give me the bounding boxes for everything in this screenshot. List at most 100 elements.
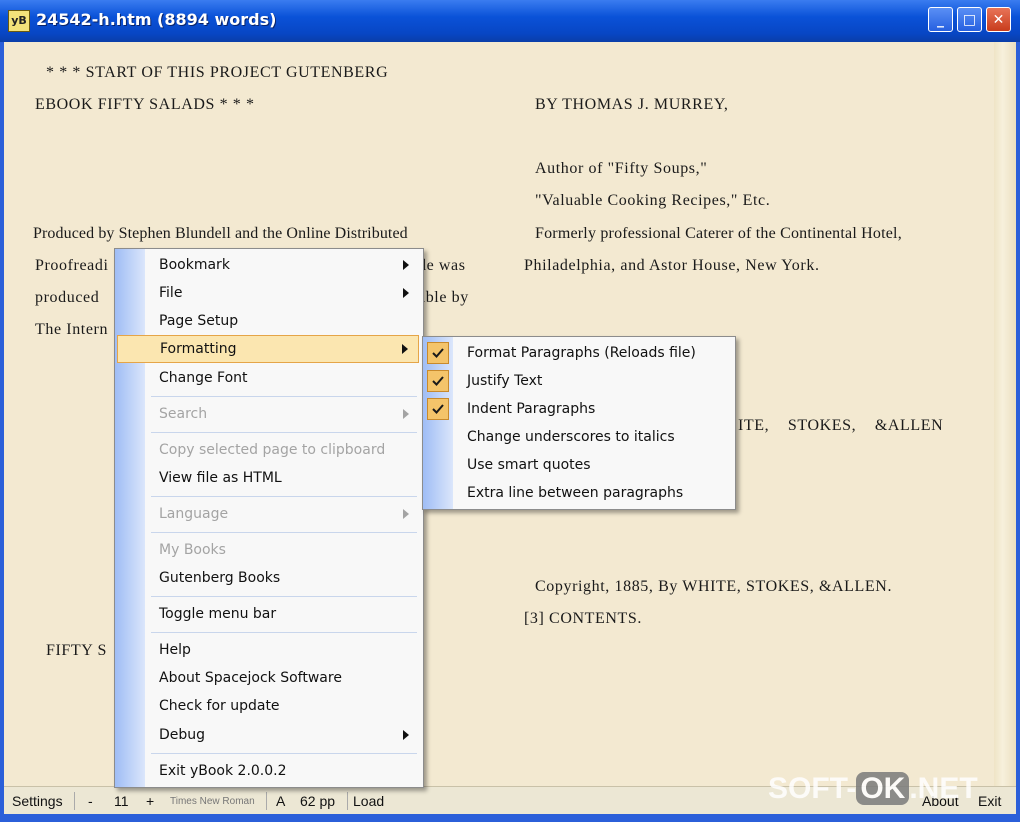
menu-item-label: Debug	[159, 727, 206, 743]
book-text-line: ITE, STOKES, &ALLEN	[738, 417, 944, 434]
submenu-item-extra-line[interactable]: Extra line between paragraphs	[423, 479, 733, 507]
submenu-arrow-icon	[403, 260, 409, 270]
book-text-line: able by	[418, 289, 469, 306]
context-menu: Bookmark File Page Setup Formatting Chan…	[114, 248, 424, 788]
submenu-arrow-icon	[403, 730, 409, 740]
menu-item-copy-page[interactable]: Copy selected page to clipboard	[115, 436, 421, 464]
menu-item-check-update[interactable]: Check for update	[115, 692, 421, 720]
submenu-item-smart-quotes[interactable]: Use smart quotes	[423, 451, 733, 479]
book-text-line: [3] CONTENTS.	[524, 610, 643, 627]
font-size-value: 11	[114, 793, 129, 809]
exit-button[interactable]: Exit	[978, 793, 1001, 809]
menu-item-label: My Books	[159, 542, 226, 558]
menu-item-help[interactable]: Help	[115, 636, 421, 664]
menu-item-label: View file as HTML	[159, 470, 282, 486]
menu-item-label: About Spacejock Software	[159, 670, 342, 686]
page-count: 62 pp	[300, 793, 336, 809]
menu-separator	[151, 432, 417, 433]
menu-item-label: Help	[159, 642, 191, 658]
font-icon[interactable]: A	[276, 793, 285, 809]
checkmark-icon	[427, 342, 449, 364]
submenu-item-format-paragraphs[interactable]: Format Paragraphs (Reloads file)	[423, 339, 733, 367]
submenu-item-label: Extra line between paragraphs	[467, 485, 684, 501]
window-frame-bottom	[0, 814, 1020, 822]
menu-item-debug[interactable]: Debug	[115, 721, 421, 749]
menu-item-language[interactable]: Language	[115, 500, 421, 528]
maximize-button[interactable]: □	[957, 7, 982, 32]
menu-separator	[151, 396, 417, 397]
book-text-line: Copyright, 1885, By WHITE, STOKES, &ALLE…	[535, 578, 893, 595]
menu-separator	[151, 753, 417, 754]
divider	[347, 792, 348, 810]
submenu-arrow-icon	[403, 409, 409, 419]
menu-item-label: Change Font	[159, 370, 248, 386]
book-text-line: The Intern	[35, 321, 109, 338]
submenu-item-indent-paragraphs[interactable]: Indent Paragraphs	[423, 395, 733, 423]
submenu-item-underscores-italics[interactable]: Change underscores to italics	[423, 423, 733, 451]
submenu-item-justify-text[interactable]: Justify Text	[423, 367, 733, 395]
font-name-button[interactable]: Times New Roman	[170, 796, 255, 807]
menu-item-bookmark[interactable]: Bookmark	[115, 251, 421, 279]
menu-item-my-books[interactable]: My Books	[115, 536, 421, 564]
watermark-text: SOFT-	[768, 772, 857, 805]
submenu-item-label: Indent Paragraphs	[467, 401, 596, 417]
menu-item-label: Language	[159, 506, 229, 522]
menu-separator	[151, 496, 417, 497]
menu-item-label: Search	[159, 406, 208, 422]
window-title: 24542-h.htm (8894 words)	[36, 10, 277, 29]
book-text-line: FIFTY S	[46, 642, 107, 659]
menu-separator	[151, 596, 417, 597]
menu-item-label: Formatting	[160, 341, 237, 357]
menu-item-label: Exit yBook 2.0.0.2	[159, 763, 287, 779]
book-text-line: Philadelphia, and Astor House, New York.	[524, 257, 820, 274]
watermark-text: .NET	[909, 772, 978, 805]
formatting-submenu: Format Paragraphs (Reloads file) Justify…	[422, 336, 736, 510]
submenu-item-label: Justify Text	[467, 373, 543, 389]
menu-item-label: Copy selected page to clipboard	[159, 442, 386, 458]
menu-item-view-html[interactable]: View file as HTML	[115, 464, 421, 492]
book-text-line: Author of "Fifty Soups,"	[535, 160, 708, 177]
font-size-decrease-button[interactable]: -	[88, 793, 93, 809]
close-button[interactable]: ✕	[986, 7, 1011, 32]
menu-item-file[interactable]: File	[115, 279, 421, 307]
submenu-arrow-icon	[403, 509, 409, 519]
title-bar[interactable]: yB 24542-h.htm (8894 words) _ □ ✕	[0, 0, 1020, 42]
menu-item-label: File	[159, 285, 183, 301]
book-text-line: * * * START OF THIS PROJECT GUTENBERG	[46, 64, 389, 81]
menu-item-label: Page Setup	[159, 313, 239, 329]
divider	[266, 792, 267, 810]
book-text-line: Produced by Stephen Blundell and the Onl…	[33, 225, 408, 242]
settings-button[interactable]: Settings	[12, 793, 63, 809]
menu-item-change-font[interactable]: Change Font	[115, 364, 421, 392]
submenu-item-label: Change underscores to italics	[467, 429, 675, 445]
book-text-line: "Valuable Cooking Recipes," Etc.	[535, 192, 771, 209]
book-text-line: EBOOK FIFTY SALADS * * *	[35, 96, 255, 113]
menu-item-formatting[interactable]: Formatting	[117, 335, 419, 363]
menu-item-label: Toggle menu bar	[159, 606, 277, 622]
book-text-line: Proofreadi	[35, 257, 109, 274]
submenu-item-label: Format Paragraphs (Reloads file)	[467, 345, 696, 361]
menu-separator	[151, 632, 417, 633]
menu-separator	[151, 532, 417, 533]
menu-item-page-setup[interactable]: Page Setup	[115, 307, 421, 335]
book-text-line: BY THOMAS J. MURREY,	[535, 96, 729, 113]
checkmark-icon	[427, 398, 449, 420]
load-button[interactable]: Load	[353, 793, 384, 809]
minimize-button[interactable]: _	[928, 7, 953, 32]
checkmark-icon	[427, 370, 449, 392]
menu-item-exit[interactable]: Exit yBook 2.0.0.2	[115, 757, 421, 785]
watermark-text: OK	[856, 772, 910, 805]
book-text-line: de was	[418, 257, 466, 274]
font-size-increase-button[interactable]: +	[146, 793, 154, 809]
menu-item-search[interactable]: Search	[115, 400, 421, 428]
menu-item-label: Bookmark	[159, 257, 230, 273]
submenu-arrow-icon	[403, 288, 409, 298]
watermark: SOFT- OK .NET	[768, 772, 978, 806]
app-icon[interactable]: yB	[8, 10, 30, 32]
submenu-item-label: Use smart quotes	[467, 457, 591, 473]
menu-item-label: Gutenberg Books	[159, 570, 281, 586]
menu-item-toggle-menu-bar[interactable]: Toggle menu bar	[115, 600, 421, 628]
menu-item-gutenberg-books[interactable]: Gutenberg Books	[115, 564, 421, 592]
menu-item-about[interactable]: About Spacejock Software	[115, 664, 421, 692]
book-text-line: produced	[35, 289, 100, 306]
